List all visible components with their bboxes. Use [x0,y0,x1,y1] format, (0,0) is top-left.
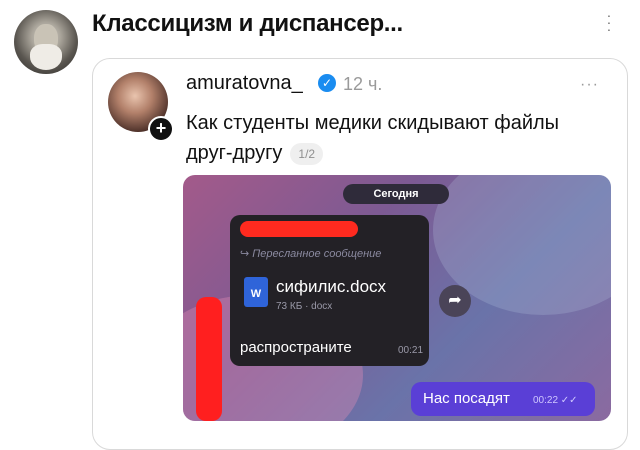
forwarded-label-text: Пересланное сообщение [252,248,382,260]
post-text-body: Как студенты медики скидывают файлы друг… [186,112,560,164]
group-avatar[interactable] [14,10,78,74]
post-menu-icon[interactable]: ··· [580,76,599,94]
outgoing-message-bubble[interactable]: Нас посадят 00:22 ✓✓ [411,382,595,416]
word-file-icon[interactable]: W [244,277,268,307]
incoming-message-text: распространите [240,339,352,356]
outgoing-message-time: 00:22 ✓✓ [533,395,578,406]
follow-plus-icon[interactable]: + [148,116,174,142]
forwarded-label: ↪ Пересланное сообщение [240,248,382,260]
date-pill: Сегодня [343,184,449,204]
redaction-mark [240,221,358,237]
redaction-mark [196,297,222,421]
post-image[interactable]: Сегодня ↪ Пересланное сообщение W сифили… [183,175,611,421]
outgoing-message-text: Нас посадят [423,390,510,407]
file-meta: 73 КБ · docx [276,301,333,312]
post-time: 12 ч. [343,74,383,94]
verified-badge-icon: ✓ [318,74,336,92]
file-name[interactable]: сифилис.docx [276,277,386,297]
incoming-message-time: 00:21 [398,345,424,356]
author-name[interactable]: amuratovna_ [186,72,303,95]
share-arrow-icon[interactable]: ➦ [439,285,471,317]
portrait-beard [30,44,62,70]
group-title[interactable]: Классицизм и диспансер... [92,10,403,38]
image-pager[interactable]: 1/2 [290,142,324,165]
more-options-icon[interactable]: · · · [604,8,614,36]
forwarded-message-bubble[interactable]: ↪ Пересланное сообщение W сифилис.docx 7… [230,215,429,366]
post-text: Как студенты медики скидывают файлы друг… [186,108,606,168]
